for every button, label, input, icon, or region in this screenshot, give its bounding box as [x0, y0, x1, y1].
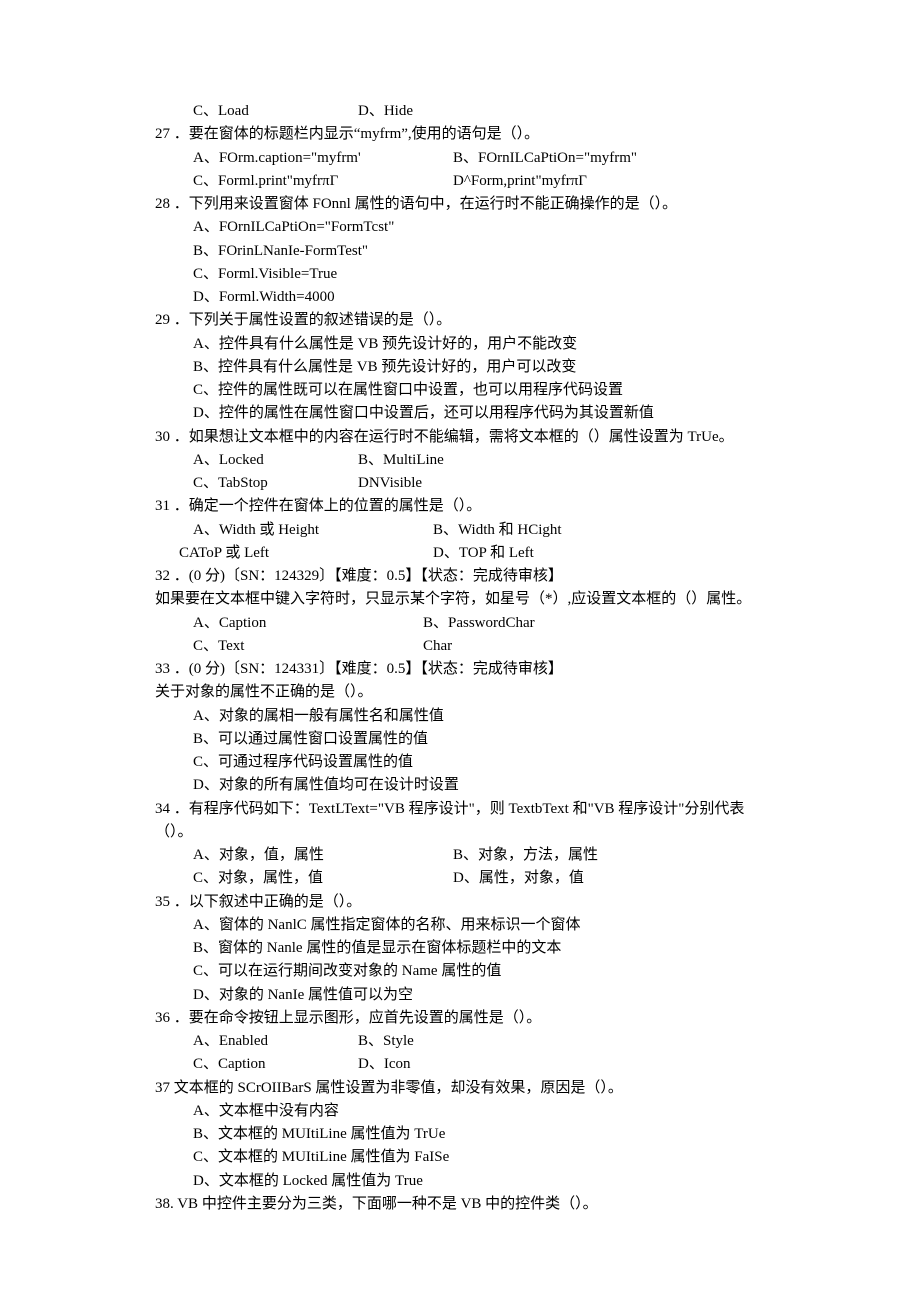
q33-stem: 关于对象的属性不正确的是（）。 — [155, 681, 780, 704]
option-d: D、TOP 和 Left — [433, 542, 534, 565]
option-a: A、Caption — [193, 612, 423, 635]
option-b: B、Width 和 HCight — [433, 519, 562, 542]
q29-a: A、控件具有什么属性是 VB 预先设计好的，用户不能改变 — [155, 333, 780, 356]
q36-row2: C、Caption D、Icon — [155, 1053, 780, 1076]
option-d: D、Forml.Width=4000 — [193, 286, 335, 309]
q34-stem: 34 ．有程序代码如下：TextLText="VB 程序设计"，则 TextbT… — [155, 798, 780, 845]
option-b: B、对象，方法，属性 — [453, 844, 598, 867]
option-a: A、Locked — [193, 449, 358, 472]
option-a: A、控件具有什么属性是 VB 预先设计好的，用户不能改变 — [193, 333, 577, 356]
option-a: A、FOrnILCaPtiOn="FormTcst" — [193, 216, 394, 239]
q37-stem: 37 文本框的 SCrOIIBarS 属性设置为非零值，却没有效果，原因是（）。 — [155, 1077, 780, 1100]
q37-d: D、文本框的 Locked 属性值为 True — [155, 1170, 780, 1193]
q29-c: C、控件的属性既可以在属性窗口中设置，也可以用程序代码设置 — [155, 379, 780, 402]
option-d: D、对象的 NanIe 属性值可以为空 — [193, 984, 413, 1007]
q31-row2: CAToP 或 Left D、TOP 和 Left — [155, 542, 780, 565]
q38-stem: 38. VB 中控件主要分为三类，下面哪一种不是 VB 中的控件类（）。 — [155, 1193, 780, 1216]
option-b: B、Style — [358, 1030, 414, 1053]
q28-b: B、FOrinLNanIe-FormTest" — [155, 240, 780, 263]
q29-d: D、控件的属性在属性窗口中设置后，还可以用程序代码为其设置新值 — [155, 402, 780, 425]
option-d: Char — [423, 635, 452, 658]
option-b: B、文本框的 MUItiLine 属性值为 TrUe — [193, 1123, 445, 1146]
option-d: D、文本框的 Locked 属性值为 True — [193, 1170, 423, 1193]
q35-a: A、窗体的 NanlC 属性指定窗体的名称、用来标识一个窗体 — [155, 914, 780, 937]
option-d: D、属性，对象，值 — [453, 867, 584, 890]
option-d: D、Hide — [358, 100, 413, 123]
option-b: B、窗体的 Nanle 属性的值是显示在窗体标题栏中的文本 — [193, 937, 561, 960]
option-c: C、可以在运行期间改变对象的 Name 属性的值 — [193, 960, 501, 983]
option-a: A、Enabled — [193, 1030, 358, 1053]
q35-b: B、窗体的 Nanle 属性的值是显示在窗体标题栏中的文本 — [155, 937, 780, 960]
option-b: B、可以通过属性窗口设置属性的值 — [193, 728, 428, 751]
option-b: B、PasswordChar — [423, 612, 535, 635]
option-b: B、FOrinLNanIe-FormTest" — [193, 240, 368, 263]
q33-meta: 33 ．(0 分)〔SN：124331〕【难度：0.5】【状态：完成待审核】 — [155, 658, 780, 681]
option-d: D、控件的属性在属性窗口中设置后，还可以用程序代码为其设置新值 — [193, 402, 654, 425]
q34-row2: C、对象，属性，值 D、属性，对象，值 — [155, 867, 780, 890]
q26-options: C、Load D、Hide — [155, 100, 780, 123]
option-a: A、对象，值，属性 — [193, 844, 453, 867]
q36-row1: A、Enabled B、Style — [155, 1030, 780, 1053]
option-c: C、Load — [193, 100, 358, 123]
q37-c: C、文本框的 MUItiLine 属性值为 FaISe — [155, 1146, 780, 1169]
q35-d: D、对象的 NanIe 属性值可以为空 — [155, 984, 780, 1007]
q29-b: B、控件具有什么属性是 VB 预先设计好的，用户可以改变 — [155, 356, 780, 379]
q30-stem: 30 ．如果想让文本框中的内容在运行时不能编辑，需将文本框的（）属性设置为 Tr… — [155, 426, 780, 449]
q32-row2: C、Text Char — [155, 635, 780, 658]
option-a: A、Width 或 Height — [193, 519, 433, 542]
option-d: D、对象的所有属性值均可在设计时设置 — [193, 774, 459, 797]
option-d: D^Form,print"myfrπΓ — [453, 170, 587, 193]
q37-a: A、文本框中没有内容 — [155, 1100, 780, 1123]
q36-stem: 36 ．要在命令按钮上显示图形，应首先设置的属性是（）。 — [155, 1007, 780, 1030]
q27-row2: C、Forml.print"myfrπΓ D^Form,print"myfrπΓ — [155, 170, 780, 193]
q27-stem: 27 ．要在窗体的标题栏内显示“myfrm”,使用的语句是（）。 — [155, 123, 780, 146]
q31-stem: 31 ．确定一个控件在窗体上的位置的属性是（）。 — [155, 495, 780, 518]
option-b: B、FOrnILCaPtiOn="myfrm" — [453, 147, 637, 170]
q28-d: D、Forml.Width=4000 — [155, 286, 780, 309]
option-c: C、Forml.print"myfrπΓ — [193, 170, 453, 193]
option-d: DNVisible — [358, 472, 422, 495]
option-c: CAToP 或 Left — [179, 542, 433, 565]
option-d: D、Icon — [358, 1053, 411, 1076]
q30-row1: A、Locked B、MultiLine — [155, 449, 780, 472]
q37-b: B、文本框的 MUItiLine 属性值为 TrUe — [155, 1123, 780, 1146]
q33-b: B、可以通过属性窗口设置属性的值 — [155, 728, 780, 751]
option-b: B、MultiLine — [358, 449, 444, 472]
q33-a: A、对象的属相一般有属性名和属性值 — [155, 705, 780, 728]
q34-row1: A、对象，值，属性 B、对象，方法，属性 — [155, 844, 780, 867]
option-c: C、Caption — [193, 1053, 358, 1076]
option-a: A、FOrm.caption="myfrm' — [193, 147, 453, 170]
q27-row1: A、FOrm.caption="myfrm' B、FOrnILCaPtiOn="… — [155, 147, 780, 170]
q32-stem: 如果要在文本框中键入字符时，只显示某个字符，如星号（*）,应设置文本框的（）属性… — [155, 588, 780, 611]
q28-stem: 28 ．下列用来设置窗体 FOnnl 属性的语句中，在运行时不能正确操作的是（）… — [155, 193, 780, 216]
option-a: A、窗体的 NanlC 属性指定窗体的名称、用来标识一个窗体 — [193, 914, 581, 937]
q29-stem: 29 ．下列关于属性设置的叙述错误的是（）。 — [155, 309, 780, 332]
option-c: C、Text — [193, 635, 423, 658]
option-c: C、文本框的 MUItiLine 属性值为 FaISe — [193, 1146, 449, 1169]
q35-c: C、可以在运行期间改变对象的 Name 属性的值 — [155, 960, 780, 983]
option-a: A、文本框中没有内容 — [193, 1100, 339, 1123]
option-c: C、可通过程序代码设置属性的值 — [193, 751, 413, 774]
q33-c: C、可通过程序代码设置属性的值 — [155, 751, 780, 774]
q31-row1: A、Width 或 Height B、Width 和 HCight — [155, 519, 780, 542]
q33-d: D、对象的所有属性值均可在设计时设置 — [155, 774, 780, 797]
option-c: C、对象，属性，值 — [193, 867, 453, 890]
q28-c: C、Forml.Visible=True — [155, 263, 780, 286]
q32-row1: A、Caption B、PasswordChar — [155, 612, 780, 635]
q35-stem: 35 ．以下叙述中正确的是（）。 — [155, 891, 780, 914]
option-c: C、TabStop — [193, 472, 358, 495]
option-a: A、对象的属相一般有属性名和属性值 — [193, 705, 444, 728]
option-c: C、控件的属性既可以在属性窗口中设置，也可以用程序代码设置 — [193, 379, 623, 402]
q30-row2: C、TabStop DNVisible — [155, 472, 780, 495]
option-b: B、控件具有什么属性是 VB 预先设计好的，用户可以改变 — [193, 356, 576, 379]
q32-meta: 32 ．(0 分)〔SN：124329〕【难度：0.5】【状态：完成待审核】 — [155, 565, 780, 588]
q28-a: A、FOrnILCaPtiOn="FormTcst" — [155, 216, 780, 239]
option-c: C、Forml.Visible=True — [193, 263, 337, 286]
